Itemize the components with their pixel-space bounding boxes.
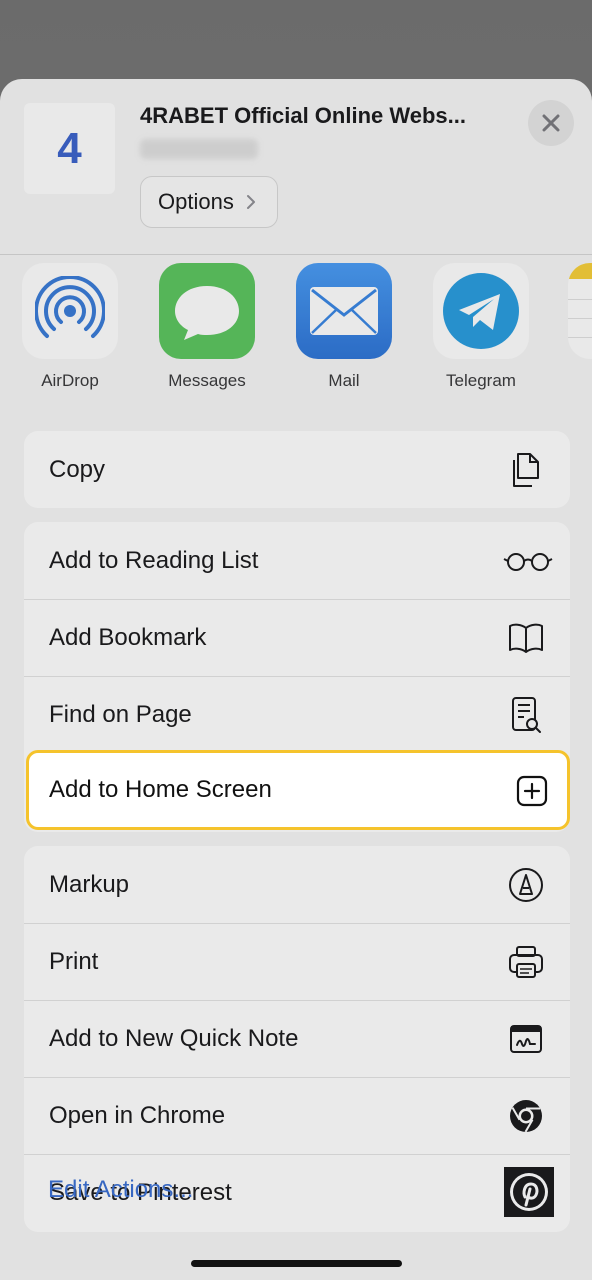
action-label: Add to Reading List	[49, 546, 259, 574]
edit-actions-link[interactable]: Edit Actions...	[48, 1176, 193, 1204]
printer-icon	[505, 941, 547, 983]
options-label: Options	[158, 189, 234, 214]
action-print[interactable]: Print	[24, 923, 570, 1000]
find-document-icon	[505, 694, 547, 736]
telegram-icon	[433, 263, 529, 359]
action-label: Find on Page	[49, 700, 192, 728]
app-mail[interactable]: Mail	[284, 263, 404, 391]
notes-app-partial[interactable]	[568, 263, 592, 359]
app-label: Mail	[328, 371, 360, 390]
more-actions-group: Markup Print Add to New Quick Note Open …	[24, 846, 570, 1232]
close-icon	[542, 114, 560, 132]
quick-note-icon	[505, 1018, 547, 1060]
markup-icon	[505, 864, 547, 906]
home-indicator	[191, 1260, 402, 1267]
share-sheet: 4 4RABET Official Online Webs... Options	[0, 79, 592, 1280]
action-label: Add to New Quick Note	[49, 1024, 299, 1052]
notes-icon	[568, 263, 592, 279]
copy-group: Copy	[24, 431, 570, 508]
action-label: Add to Home Screen	[49, 776, 272, 803]
glasses-icon	[500, 540, 556, 582]
site-url-blurred	[140, 139, 258, 159]
action-add-to-reading-list[interactable]: Add to Reading List	[24, 522, 570, 599]
chrome-icon	[505, 1095, 547, 1137]
messages-icon	[159, 263, 255, 359]
site-icon: 4	[24, 103, 115, 194]
share-header: 4 4RABET Official Online Webs... Options	[0, 79, 592, 254]
action-open-in-chrome[interactable]: Open in Chrome	[24, 1077, 570, 1154]
app-messages[interactable]: Messages	[147, 263, 267, 391]
site-title: 4RABET Official Online Webs...	[140, 103, 466, 128]
action-add-to-home-screen[interactable]: Add to Home Screen	[26, 750, 570, 830]
action-label: Markup	[49, 870, 130, 898]
app-telegram[interactable]: Telegram	[421, 263, 541, 391]
action-label: Open in Chrome	[49, 1101, 226, 1129]
action-label: Copy	[49, 455, 106, 483]
app-label: AirDrop	[41, 371, 99, 390]
app-label: Telegram	[446, 371, 516, 390]
app-row: AirDrop Messages Mail Telegram	[0, 255, 592, 395]
action-find-on-page[interactable]: Find on Page	[24, 676, 570, 753]
action-copy[interactable]: Copy	[24, 431, 570, 508]
copy-icon	[505, 449, 547, 491]
action-markup[interactable]: Markup	[24, 846, 570, 923]
app-airdrop[interactable]: AirDrop	[10, 263, 130, 391]
action-label: Print	[49, 947, 99, 975]
airdrop-icon	[22, 263, 118, 359]
pinterest-icon	[504, 1167, 554, 1217]
action-label: Add Bookmark	[49, 623, 207, 651]
chevron-right-icon	[246, 195, 255, 209]
action-add-to-quick-note[interactable]: Add to New Quick Note	[24, 1000, 570, 1077]
app-label: Messages	[168, 371, 246, 390]
book-icon	[505, 617, 547, 659]
mail-icon	[296, 263, 392, 359]
options-button[interactable]: Options	[140, 176, 278, 228]
close-button[interactable]	[528, 100, 574, 146]
add-square-icon	[511, 770, 553, 812]
action-add-bookmark[interactable]: Add Bookmark	[24, 599, 570, 676]
